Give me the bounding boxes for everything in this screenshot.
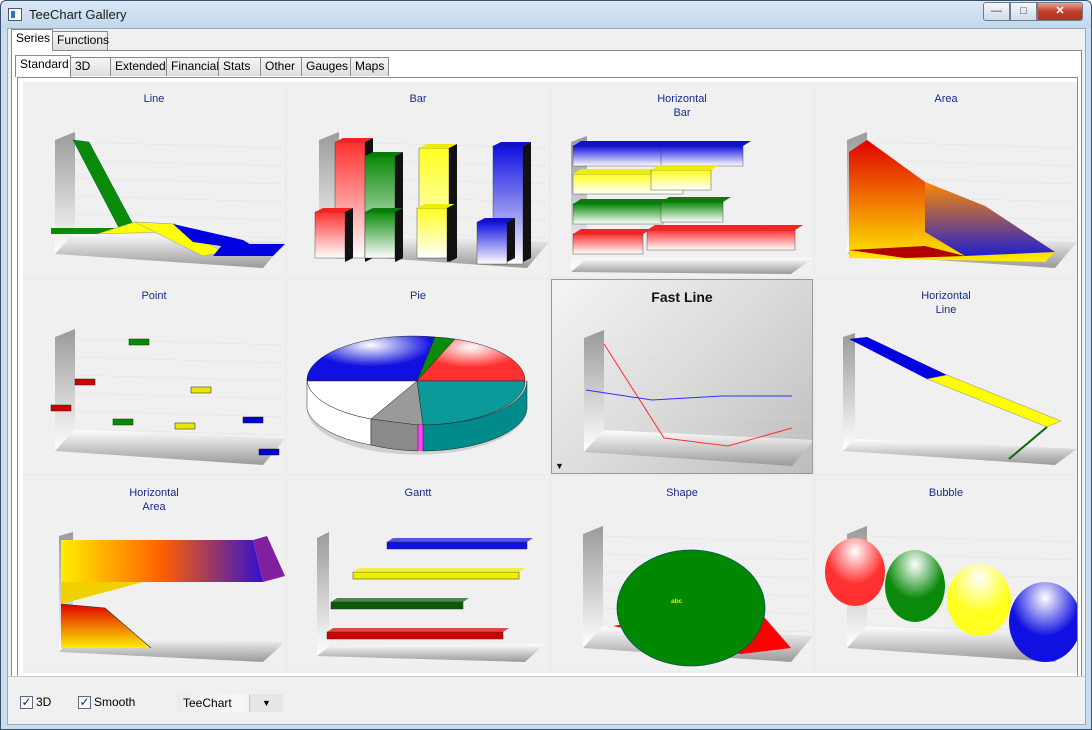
window-title: TeeChart Gallery [29, 7, 127, 22]
maximize-button[interactable]: □ [1010, 2, 1037, 21]
gallery-cell-bubble[interactable]: Bubble [815, 476, 1077, 671]
three-d-checkbox[interactable]: ✓ [20, 696, 33, 709]
gallery-cell-title: Pie [410, 290, 426, 302]
style-dropdown[interactable]: TeeChart ▼ [177, 694, 283, 712]
gallery-cell-gantt[interactable]: Gantt [287, 476, 549, 671]
chevron-down-icon[interactable]: ▼ [249, 694, 283, 712]
window-client: Series Functions Standard 3D Extended Financ… [7, 28, 1086, 725]
gallery-cell-area[interactable]: Area [815, 82, 1077, 277]
gallery-cell-title: Bar [409, 93, 427, 105]
gallery-cell-pie[interactable]: Pie [287, 279, 549, 474]
gallery-panel: Line Bar Horizontal Bar Area Point Pie Fast Li… [17, 77, 1078, 697]
chart-thumbnail [847, 132, 1077, 268]
gallery-cell-title: Area [934, 93, 958, 105]
gallery-cell-title: Gantt [404, 487, 432, 499]
tab-series[interactable]: Series [11, 29, 53, 51]
gallery-cell-title: Horizontal Area [129, 487, 179, 513]
tab-standard[interactable]: Standard [15, 55, 71, 77]
tab-financial[interactable]: Financial [166, 57, 219, 76]
smooth-label[interactable]: Smooth [94, 695, 135, 709]
gallery-cell-bar[interactable]: Bar [287, 82, 549, 277]
gallery-cell-title: Shape [666, 487, 698, 499]
app-icon [8, 8, 22, 21]
chart-thumbnail [317, 532, 545, 662]
title-bar[interactable]: TeeChart Gallery — □ ✕ [1, 1, 1091, 28]
tab-maps[interactable]: Maps [350, 57, 389, 76]
close-button[interactable]: ✕ [1037, 2, 1083, 21]
chart-thumbnail [825, 526, 1077, 662]
gallery-cell-point[interactable]: Point [23, 279, 285, 474]
gallery-cell-title: Bubble [928, 487, 964, 499]
minimize-button[interactable]: — [983, 2, 1010, 21]
tab-functions[interactable]: Functions [52, 31, 109, 50]
gallery-cell-title: Line [143, 93, 165, 105]
chart-thumbnail [50, 329, 285, 465]
gallery-cell-title: Fast Line [651, 289, 713, 305]
gallery-cell-title: Horizontal Line [921, 290, 971, 316]
gallery-cell-horizontal-bar[interactable]: Horizontal Bar [551, 82, 813, 277]
chart-thumbnail [584, 330, 812, 466]
tab-extended[interactable]: Extended [110, 57, 167, 76]
tab-3d[interactable]: 3D [70, 57, 111, 76]
smooth-checkbox[interactable]: ✓ [78, 696, 91, 709]
chevron-down-icon[interactable]: ▼ [555, 461, 564, 471]
tab-stats[interactable]: Stats [218, 57, 261, 76]
main-window: TeeChart Gallery — □ ✕ Series Functions S… [0, 0, 1092, 730]
gallery-cell-fast-line[interactable]: Fast Line ▼ [551, 279, 813, 474]
chart-thumbnail: abc [583, 526, 813, 667]
gallery-cell-shape[interactable]: abc Shape [551, 476, 813, 671]
tab-other[interactable]: Other [260, 57, 302, 76]
gallery-cell-title: Point [141, 290, 167, 302]
options-bar: ✓ 3D ✓ Smooth TeeChart ▼ [8, 676, 1085, 724]
gallery-cell-horizontal-area[interactable]: Horizontal Area [23, 476, 285, 671]
three-d-label[interactable]: 3D [36, 695, 51, 709]
series-panel: Standard 3D Extended Financial Stats Other Gau… [11, 50, 1082, 701]
chart-thumbnail [306, 335, 528, 455]
chart-thumbnail [51, 132, 285, 268]
gallery-grid: Line Bar Horizontal Bar Area Point Pie Fast Li… [23, 82, 1077, 673]
tab-gauges[interactable]: Gauges [301, 57, 351, 76]
gallery-cell-horizontal-line[interactable]: Horizontal Line [815, 279, 1077, 474]
chart-thumbnail [314, 132, 549, 268]
shape-label: abc [671, 598, 683, 605]
style-dropdown-value: TeeChart [183, 696, 232, 710]
gallery-cell-title: Horizontal Bar [657, 93, 707, 119]
gallery-cell-line[interactable]: Line [23, 82, 285, 277]
